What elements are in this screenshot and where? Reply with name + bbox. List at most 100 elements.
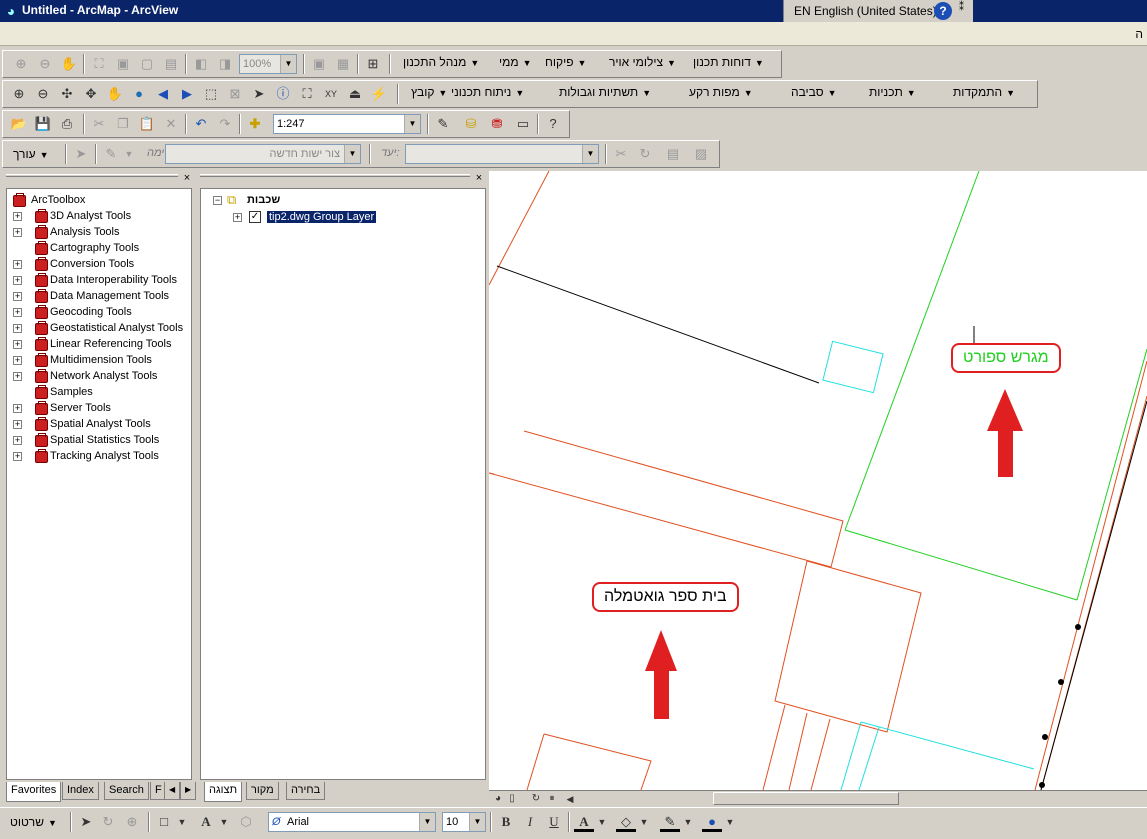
layout-zoom-combo[interactable]: 100% ▼ — [239, 54, 297, 74]
text-dropdown-icon[interactable]: ▼ — [214, 812, 234, 832]
toolbox-item[interactable]: + Network Analyst Tools — [13, 368, 157, 384]
toolbox-item[interactable]: + Spatial Analyst Tools — [13, 416, 151, 432]
toolbox-grip[interactable] — [6, 174, 178, 177]
expand-icon[interactable]: + — [13, 404, 22, 413]
toc-root[interactable]: − ⧉ שכבות — [213, 192, 280, 208]
bold-button[interactable]: B — [496, 812, 516, 832]
tab-favorites[interactable]: Favorites — [6, 782, 62, 802]
tab-display[interactable]: תצוגה — [204, 782, 243, 802]
drawing-menu[interactable]: ▼שרטוט — [10, 815, 57, 829]
expand-icon[interactable]: + — [13, 340, 22, 349]
arccatalog-icon[interactable]: ⛁ — [461, 114, 481, 134]
task-combo[interactable]: צור ישות חדשה ▼ — [165, 144, 361, 164]
fill-color-icon[interactable]: ◇ — [616, 812, 636, 832]
fixed-zoom-in-icon[interactable]: ⊕ — [11, 54, 31, 74]
toggle-draft-icon[interactable]: ▣ — [309, 54, 329, 74]
line-color-dropdown-icon[interactable]: ▼ — [678, 812, 698, 832]
expand-icon[interactable]: + — [13, 372, 22, 381]
whats-this-icon[interactable]: ? — [543, 114, 563, 134]
toolbox-item[interactable]: + Conversion Tools — [13, 256, 134, 272]
focus-frame-icon[interactable]: ▦ — [333, 54, 353, 74]
expand-icon[interactable]: + — [13, 308, 22, 317]
expand-icon[interactable]: + — [13, 276, 22, 285]
italic-button[interactable]: I — [520, 812, 540, 832]
menu-aerial-photos[interactable]: ▼צילומי אויר — [609, 55, 676, 69]
fixed-zoom-in-map-icon[interactable]: ✣ — [57, 84, 77, 104]
map-scale-combo[interactable]: 1:247 ▼ — [273, 114, 421, 134]
menu-supervision[interactable]: ▼פיקוח — [545, 55, 586, 69]
language-indicator[interactable]: EN English (United States) — [794, 4, 937, 18]
marker-color-dropdown-icon[interactable]: ▼ — [720, 812, 740, 832]
fixed-zoom-out-map-icon[interactable]: ✥ — [81, 84, 101, 104]
tab-scroll-right-icon[interactable]: ▶ — [180, 782, 197, 800]
fill-color-dropdown-icon[interactable]: ▼ — [634, 812, 654, 832]
menu-planning-reports[interactable]: ▼דוחות תכנון — [693, 55, 764, 69]
clear-selection-icon[interactable]: ⊠ — [225, 84, 245, 104]
go-to-xy-icon[interactable]: XY — [321, 84, 341, 104]
forward-extent-icon[interactable]: ◨ — [215, 54, 235, 74]
back-extent-icon[interactable]: ◧ — [191, 54, 211, 74]
delete-icon[interactable]: ✕ — [161, 114, 181, 134]
marker-color-icon[interactable]: ● — [702, 812, 722, 832]
toolbox-item[interactable]: + Server Tools — [13, 400, 111, 416]
change-layout-icon[interactable]: ⊞ — [363, 54, 383, 74]
zoom-to-element-icon[interactable]: ⊕ — [122, 812, 142, 832]
expand-icon[interactable]: + — [13, 212, 22, 221]
sketch-tool-icon[interactable]: ✎ — [101, 144, 121, 164]
tab-source[interactable]: מקור — [246, 782, 279, 800]
scroll-left-icon[interactable]: ◀ — [563, 789, 577, 809]
expand-icon[interactable]: + — [13, 452, 22, 461]
help-icon[interactable]: ? — [934, 2, 952, 20]
select-elements-icon[interactable]: ➤ — [76, 812, 96, 832]
toolbox-item[interactable]: + Data Interoperability Tools — [13, 272, 177, 288]
toolbox-item[interactable]: Samples — [13, 384, 93, 400]
zoom-100-icon[interactable]: ▣ — [113, 54, 133, 74]
cut-icon[interactable]: ✂ — [89, 114, 109, 134]
chevron-down-icon[interactable]: ▼ — [404, 115, 420, 133]
rotate-element-icon[interactable]: ↻ — [98, 812, 118, 832]
horizontal-scrollbar-thumb[interactable] — [713, 792, 899, 805]
expand-icon[interactable]: + — [13, 228, 22, 237]
font-color-dropdown-icon[interactable]: ▼ — [592, 812, 612, 832]
pause-icon[interactable]: ⏸ — [545, 789, 559, 809]
copy-icon[interactable]: ❐ — [113, 114, 133, 134]
toolbox-item[interactable]: + Geocoding Tools — [13, 304, 132, 320]
chevron-down-icon[interactable]: ▼ — [344, 145, 360, 163]
rotate-tool-icon[interactable]: ↻ — [635, 144, 655, 164]
attributes-icon[interactable]: ▤ — [663, 144, 683, 164]
menu-focus[interactable]: ▼התמקדות — [953, 85, 1015, 99]
menu-base-maps[interactable]: ▼מפות רקע — [689, 85, 753, 99]
measure-icon[interactable]: ⏏ — [345, 84, 365, 104]
menu-planning-admin[interactable]: ▼מנהל התכנון — [403, 55, 479, 69]
toolbox-item[interactable]: +3D Analyst Tools — [13, 208, 131, 224]
toolbox-item[interactable]: Cartography Tools — [13, 240, 139, 256]
zoom-in-icon[interactable]: ⊕ — [9, 84, 29, 104]
toolbox-root[interactable]: ArcToolbox — [11, 192, 85, 208]
expand-icon[interactable]: + — [13, 356, 22, 365]
toolbox-item[interactable]: + Data Management Tools — [13, 288, 169, 304]
toc-grip[interactable] — [200, 174, 470, 177]
tab-search[interactable]: Search — [104, 782, 149, 800]
fixed-zoom-out-icon[interactable]: ⊖ — [35, 54, 55, 74]
underline-button[interactable]: U — [544, 812, 564, 832]
command-line-icon[interactable]: ▭ — [513, 114, 533, 134]
layout-view-icon[interactable]: ▯ — [505, 789, 519, 809]
select-features-icon[interactable]: ⬚ — [201, 84, 221, 104]
pan-layout-icon[interactable]: ✋ — [59, 54, 79, 74]
text-tool-icon[interactable]: A — [196, 812, 216, 832]
chevron-down-icon[interactable]: ▼ — [419, 813, 435, 831]
menu-plans[interactable]: ▼תכניות — [869, 85, 916, 99]
edit-vertices-icon[interactable]: ⬡ — [236, 812, 256, 832]
menu-environment[interactable]: ▼סביבה — [791, 85, 837, 99]
editor-toolbar-icon[interactable]: ✎ — [433, 114, 453, 134]
toolbox-item[interactable]: + Tracking Analyst Tools — [13, 448, 159, 464]
split-tool-icon[interactable]: ✂ — [611, 144, 631, 164]
layer-checkbox[interactable]: ✓ — [249, 211, 261, 223]
toolbox-item[interactable]: + Linear Referencing Tools — [13, 336, 171, 352]
map-view[interactable]: מגרש ספורט בית ספר גואטמלה — [489, 171, 1147, 790]
expand-icon[interactable]: + — [13, 324, 22, 333]
identify-icon[interactable]: ⓘ — [273, 84, 293, 104]
toolbox-item[interactable]: + Analysis Tools — [13, 224, 120, 240]
menu-mami[interactable]: ▼ממי — [499, 55, 532, 69]
zoom-out-icon[interactable]: ⊖ — [33, 84, 53, 104]
